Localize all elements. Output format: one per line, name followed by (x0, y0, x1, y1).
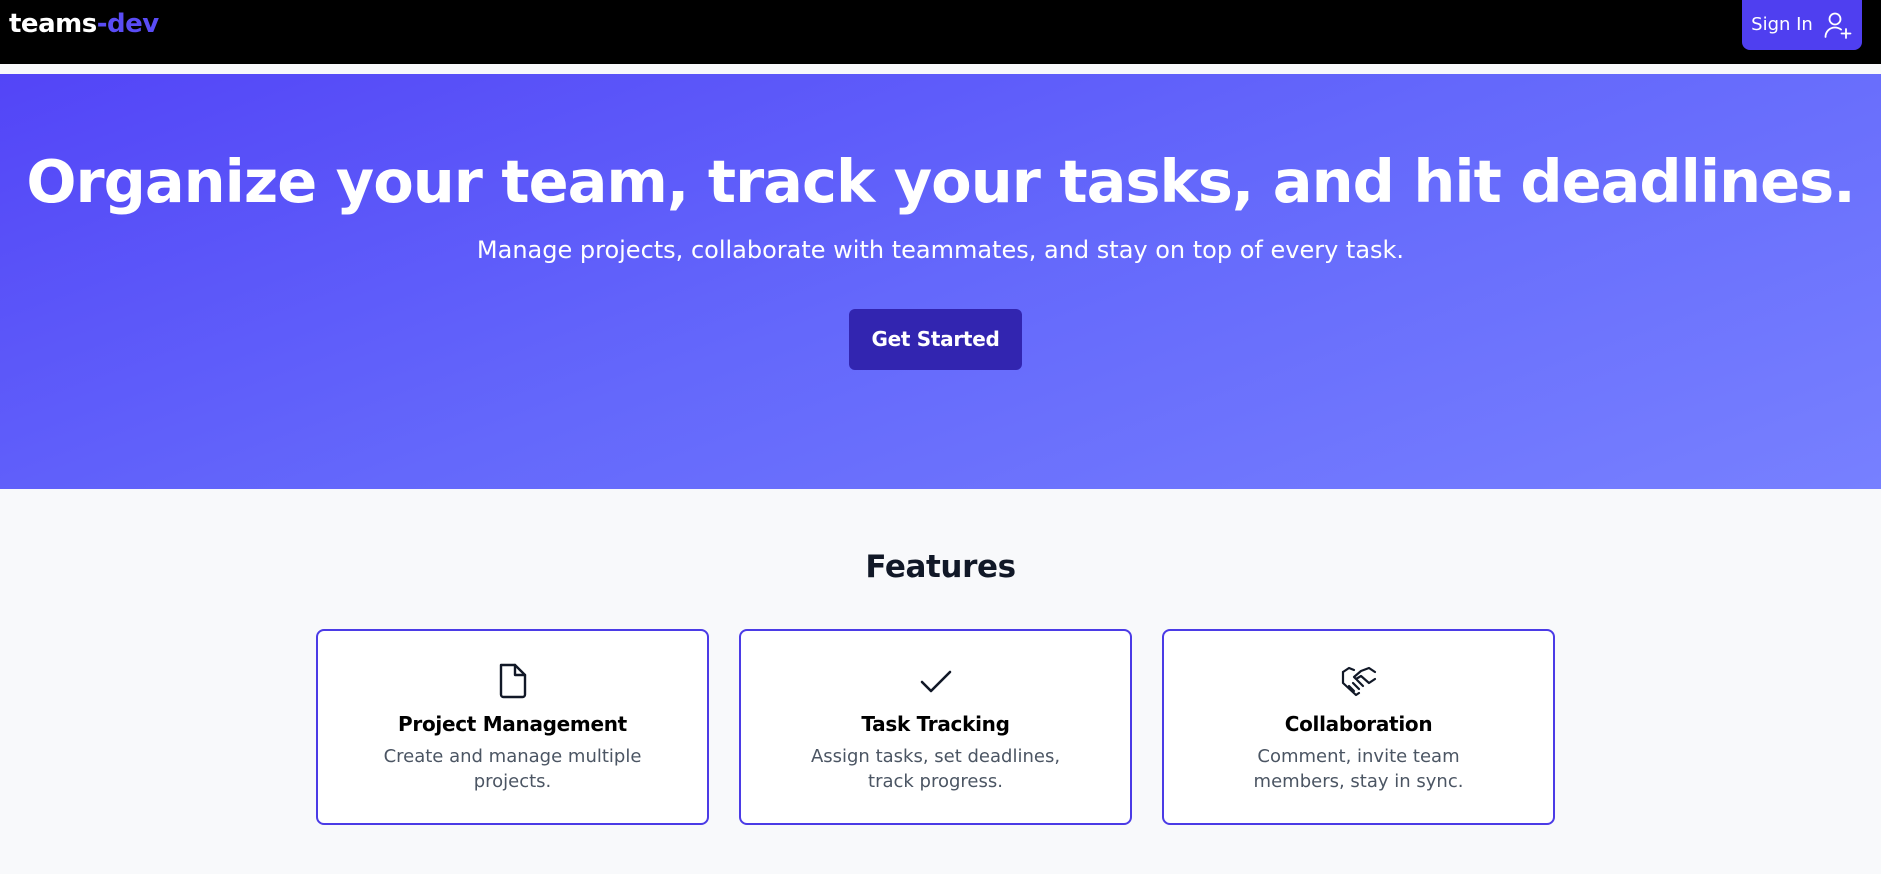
brand-name: teams (9, 9, 97, 39)
feature-card-collaboration: Collaboration Comment, invite team membe… (1162, 629, 1555, 825)
brand-logo[interactable]: teams-dev (9, 7, 159, 41)
hero-title: Organize your team, track your tasks, an… (26, 147, 1855, 216)
top-navbar: teams-dev Sign In (0, 0, 1881, 64)
feature-card-task-tracking: Task Tracking Assign tasks, set deadline… (739, 629, 1132, 825)
document-icon (318, 662, 707, 700)
user-plus-icon (1823, 10, 1853, 40)
get-started-button[interactable]: Get Started (849, 309, 1022, 370)
checkmark-icon (741, 662, 1130, 700)
feature-card-project-management: Project Management Create and manage mul… (316, 629, 709, 825)
sign-in-label: Sign In (1751, 14, 1813, 35)
feature-title: Task Tracking (861, 712, 1010, 736)
hero-subtitle: Manage projects, collaborate with teamma… (476, 236, 1405, 264)
handshake-icon (1164, 662, 1553, 700)
feature-title: Collaboration (1284, 712, 1433, 736)
feature-description: Create and manage multiple projects. (383, 746, 642, 792)
feature-title: Project Management (398, 712, 627, 736)
hero-section: Organize your team, track your tasks, an… (0, 74, 1881, 489)
features-heading: Features (865, 549, 1016, 585)
feature-description: Comment, invite team members, stay in sy… (1253, 746, 1464, 792)
sign-in-button[interactable]: Sign In (1742, 0, 1862, 50)
brand-suffix: -dev (96, 9, 159, 39)
feature-description: Assign tasks, set deadlines, track progr… (810, 746, 1061, 792)
